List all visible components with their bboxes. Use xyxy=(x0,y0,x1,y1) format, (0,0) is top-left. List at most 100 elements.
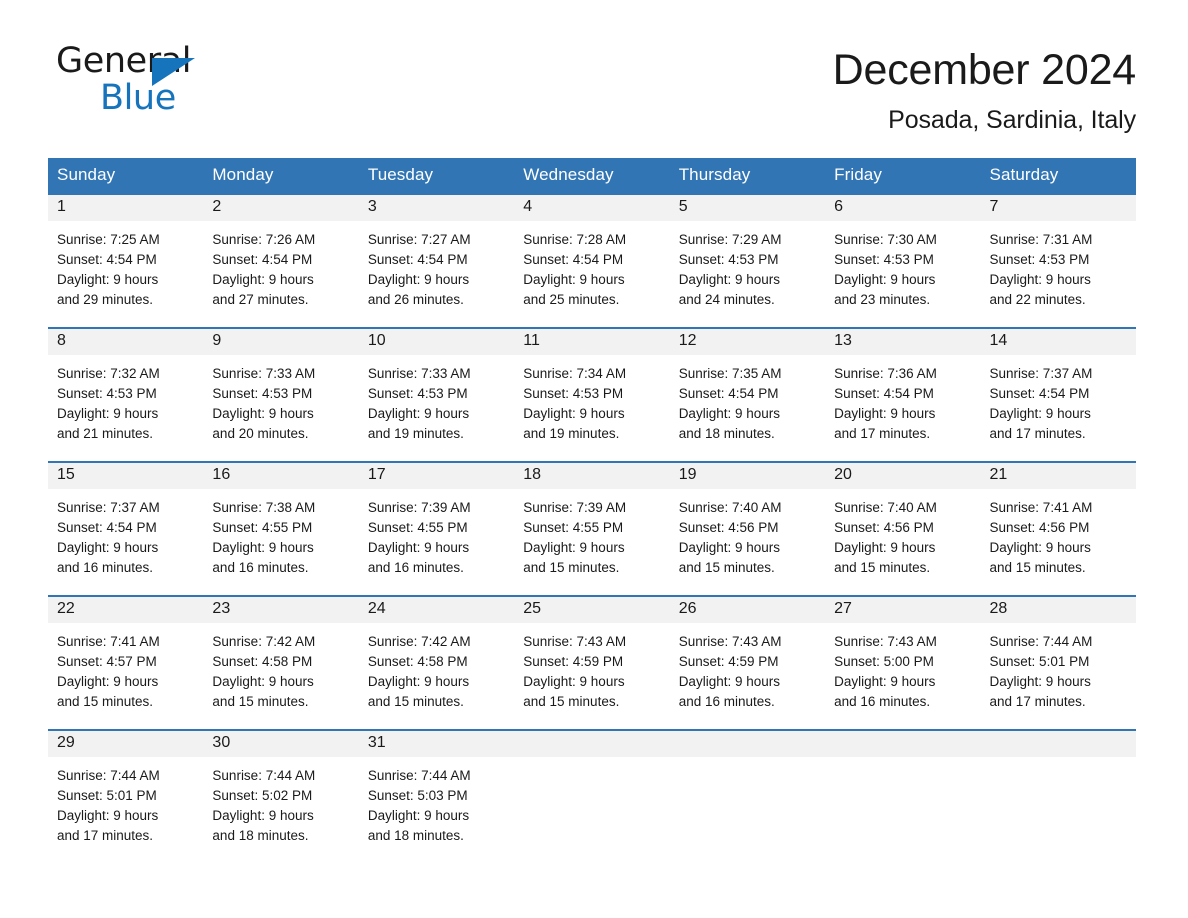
day-number: 19 xyxy=(669,463,826,489)
daylight-duration-line2: and 16 minutes. xyxy=(678,694,775,709)
sunset-time: Sunset: 4:53 PM xyxy=(57,386,157,401)
calendar-week-row: 1 Sunrise: 7:25 AM Sunset: 4:54 PM Daylight… xyxy=(48,193,1136,327)
calendar-day-cell[interactable]: 5 Sunrise: 7:29 AM Sunset: 4:53 PM Daylight… xyxy=(669,193,826,327)
calendar-day-cell[interactable]: 18 Sunrise: 7:39 AM Sunset: 4:55 PM Dayligh… xyxy=(514,461,670,595)
day-details: Sunrise: 7:37 AM Sunset: 4:54 PM Daylight:… xyxy=(48,489,203,578)
calendar-day-cell[interactable]: 8 Sunrise: 7:32 AM Sunset: 4:53 PM Daylight… xyxy=(48,327,204,461)
sunrise-time: Sunrise: 7:39 AM xyxy=(367,500,471,515)
day-cell-inner: 24 Sunrise: 7:42 AM Sunset: 4:58 PM Dayligh… xyxy=(358,595,515,729)
calendar-week-row: 15 Sunrise: 7:37 AM Sunset: 4:54 PM Dayligh… xyxy=(48,461,1136,595)
sunset-time: Sunset: 4:54 PM xyxy=(367,252,468,267)
day-details: Sunrise: 7:43 AM Sunset: 4:59 PM Daylight:… xyxy=(670,623,825,712)
calendar-day-cell[interactable]: 26 Sunrise: 7:43 AM Sunset: 4:59 PM Dayligh… xyxy=(669,595,826,729)
sunset-time: Sunset: 4:53 PM xyxy=(523,386,624,401)
calendar-day-cell[interactable]: 27 Sunrise: 7:43 AM Sunset: 5:00 PM Dayligh… xyxy=(825,595,981,729)
calendar-day-cell[interactable]: 7 Sunrise: 7:31 AM Sunset: 4:53 PM Daylight… xyxy=(980,193,1136,327)
calendar-day-cell[interactable]: 3 Sunrise: 7:27 AM Sunset: 4:54 PM Daylight… xyxy=(358,193,515,327)
calendar-day-cell[interactable]: 31 Sunrise: 7:44 AM Sunset: 5:03 PM Dayligh… xyxy=(358,729,515,863)
daylight-duration-line1: Daylight: 9 hours xyxy=(57,272,159,287)
daylight-duration-line2: and 23 minutes. xyxy=(834,292,931,307)
calendar-day-cell[interactable]: 16 Sunrise: 7:38 AM Sunset: 4:55 PM Dayligh… xyxy=(203,461,359,595)
day-number: 4 xyxy=(514,195,670,221)
sunrise-time: Sunrise: 7:26 AM xyxy=(212,232,316,247)
day-number: 14 xyxy=(980,329,1136,355)
calendar-day-cell[interactable]: 28 Sunrise: 7:44 AM Sunset: 5:01 PM Dayligh… xyxy=(980,595,1136,729)
title-block: December 2024 Posada, Sardinia, Italy xyxy=(833,44,1137,135)
calendar-day-cell[interactable]: 25 Sunrise: 7:43 AM Sunset: 4:59 PM Dayligh… xyxy=(514,595,670,729)
calendar-week-row: 22 Sunrise: 7:41 AM Sunset: 4:57 PM Dayligh… xyxy=(48,595,1136,729)
daylight-duration-line2: and 22 minutes. xyxy=(989,292,1086,307)
day-number: 16 xyxy=(203,463,359,489)
calendar-day-cell[interactable]: 21 Sunrise: 7:41 AM Sunset: 4:56 PM Dayligh… xyxy=(980,461,1136,595)
daylight-duration-line1: Daylight: 9 hours xyxy=(57,406,159,421)
day-number: 27 xyxy=(825,597,981,623)
daylight-duration-line2: and 17 minutes. xyxy=(57,828,154,843)
day-details: Sunrise: 7:31 AM Sunset: 4:53 PM Daylight:… xyxy=(981,221,1136,310)
calendar-day-cell[interactable]: 13 Sunrise: 7:36 AM Sunset: 4:54 PM Dayligh… xyxy=(825,327,981,461)
calendar-day-cell[interactable]: 20 Sunrise: 7:40 AM Sunset: 4:56 PM Dayligh… xyxy=(825,461,981,595)
calendar-day-cell[interactable]: 30 Sunrise: 7:44 AM Sunset: 5:02 PM Dayligh… xyxy=(203,729,359,863)
daylight-duration-line1: Daylight: 9 hours xyxy=(57,540,159,555)
calendar-day-cell[interactable]: 4 Sunrise: 7:28 AM Sunset: 4:54 PM Daylight… xyxy=(514,193,670,327)
daylight-duration-line2: and 15 minutes. xyxy=(367,694,464,709)
day-number: 25 xyxy=(514,597,670,623)
day-cell-inner: 11 Sunrise: 7:34 AM Sunset: 4:53 PM Dayligh… xyxy=(514,327,670,461)
daylight-duration-line1: Daylight: 9 hours xyxy=(523,272,625,287)
sunrise-time: Sunrise: 7:32 AM xyxy=(57,366,160,381)
calendar-day-cell[interactable]: 1 Sunrise: 7:25 AM Sunset: 4:54 PM Daylight… xyxy=(48,193,204,327)
day-number: 22 xyxy=(48,597,204,623)
calendar-day-cell[interactable]: 12 Sunrise: 7:35 AM Sunset: 4:54 PM Dayligh… xyxy=(669,327,826,461)
calendar-day-cell[interactable]: 24 Sunrise: 7:42 AM Sunset: 4:58 PM Dayligh… xyxy=(358,595,515,729)
day-cell-inner: 2 Sunrise: 7:26 AM Sunset: 4:54 PM Daylight… xyxy=(203,193,359,327)
calendar-day-cell[interactable]: 19 Sunrise: 7:40 AM Sunset: 4:56 PM Dayligh… xyxy=(669,461,826,595)
daylight-duration-line2: and 17 minutes. xyxy=(989,426,1086,441)
day-cell-inner: 7 Sunrise: 7:31 AM Sunset: 4:53 PM Daylight… xyxy=(980,193,1136,327)
day-number: 11 xyxy=(514,329,670,355)
sunrise-time: Sunrise: 7:28 AM xyxy=(523,232,627,247)
weekday-header-wednesday: Wednesday xyxy=(514,158,670,193)
calendar-day-cell[interactable]: 11 Sunrise: 7:34 AM Sunset: 4:53 PM Dayligh… xyxy=(514,327,670,461)
day-number: 26 xyxy=(669,597,826,623)
sunrise-time: Sunrise: 7:41 AM xyxy=(989,500,1093,515)
calendar-day-cell[interactable]: 15 Sunrise: 7:37 AM Sunset: 4:54 PM Dayligh… xyxy=(48,461,204,595)
calendar-day-cell[interactable]: 14 Sunrise: 7:37 AM Sunset: 4:54 PM Dayligh… xyxy=(980,327,1136,461)
day-details: Sunrise: 7:41 AM Sunset: 4:56 PM Daylight:… xyxy=(981,489,1136,578)
calendar-day-cell[interactable]: 10 Sunrise: 7:33 AM Sunset: 4:53 PM Dayligh… xyxy=(358,327,515,461)
calendar-day-cell[interactable]: 29 Sunrise: 7:44 AM Sunset: 5:01 PM Dayligh… xyxy=(48,729,204,863)
day-cell-inner: 29 Sunrise: 7:44 AM Sunset: 5:01 PM Dayligh… xyxy=(48,729,204,863)
day-number: 7 xyxy=(980,195,1136,221)
calendar-day-cell[interactable]: 23 Sunrise: 7:42 AM Sunset: 4:58 PM Dayligh… xyxy=(203,595,359,729)
daylight-duration-line1: Daylight: 9 hours xyxy=(678,272,780,287)
page-subtitle: Posada, Sardinia, Italy xyxy=(888,106,1136,135)
calendar-day-cell[interactable]: 22 Sunrise: 7:41 AM Sunset: 4:57 PM Dayligh… xyxy=(48,595,204,729)
daylight-duration-line1: Daylight: 9 hours xyxy=(57,808,159,823)
day-number: 17 xyxy=(358,463,515,489)
calendar-day-cell[interactable]: 6 Sunrise: 7:30 AM Sunset: 4:53 PM Daylight… xyxy=(825,193,981,327)
daylight-duration-line1: Daylight: 9 hours xyxy=(989,406,1091,421)
weekday-header-saturday: Saturday xyxy=(980,158,1136,193)
day-cell-inner: 1 Sunrise: 7:25 AM Sunset: 4:54 PM Daylight… xyxy=(48,193,204,327)
calendar-day-cell[interactable]: 2 Sunrise: 7:26 AM Sunset: 4:54 PM Daylight… xyxy=(203,193,359,327)
day-number: 1 xyxy=(48,195,204,221)
sunset-time: Sunset: 4:53 PM xyxy=(678,252,779,267)
day-cell-inner: 13 Sunrise: 7:36 AM Sunset: 4:54 PM Dayligh… xyxy=(825,327,981,461)
day-cell-inner: 14 Sunrise: 7:37 AM Sunset: 4:54 PM Dayligh… xyxy=(980,327,1136,461)
day-cell-inner: 19 Sunrise: 7:40 AM Sunset: 4:56 PM Dayligh… xyxy=(669,461,826,595)
day-details: Sunrise: 7:40 AM Sunset: 4:56 PM Daylight:… xyxy=(825,489,980,578)
sunset-time: Sunset: 4:58 PM xyxy=(367,654,468,669)
daylight-duration-line2: and 24 minutes. xyxy=(678,292,775,307)
page-header: General Blue December 2024 Posada, Sardi… xyxy=(0,0,1188,150)
day-number: 18 xyxy=(514,463,670,489)
sunrise-time: Sunrise: 7:41 AM xyxy=(57,634,160,649)
day-cell-inner: 6 Sunrise: 7:30 AM Sunset: 4:53 PM Daylight… xyxy=(825,193,981,327)
daylight-duration-line2: and 26 minutes. xyxy=(367,292,464,307)
sunrise-time: Sunrise: 7:37 AM xyxy=(57,500,160,515)
daylight-duration-line2: and 15 minutes. xyxy=(57,694,154,709)
daylight-duration-line1: Daylight: 9 hours xyxy=(678,406,780,421)
calendar-day-cell[interactable]: 17 Sunrise: 7:39 AM Sunset: 4:55 PM Dayligh… xyxy=(358,461,515,595)
calendar-day-cell[interactable]: 9 Sunrise: 7:33 AM Sunset: 4:53 PM Daylight… xyxy=(203,327,359,461)
daylight-duration-line1: Daylight: 9 hours xyxy=(834,674,936,689)
sunset-time: Sunset: 5:02 PM xyxy=(212,788,313,803)
sunset-time: Sunset: 4:54 PM xyxy=(57,252,157,267)
day-details: Sunrise: 7:33 AM Sunset: 4:53 PM Daylight:… xyxy=(203,355,358,444)
